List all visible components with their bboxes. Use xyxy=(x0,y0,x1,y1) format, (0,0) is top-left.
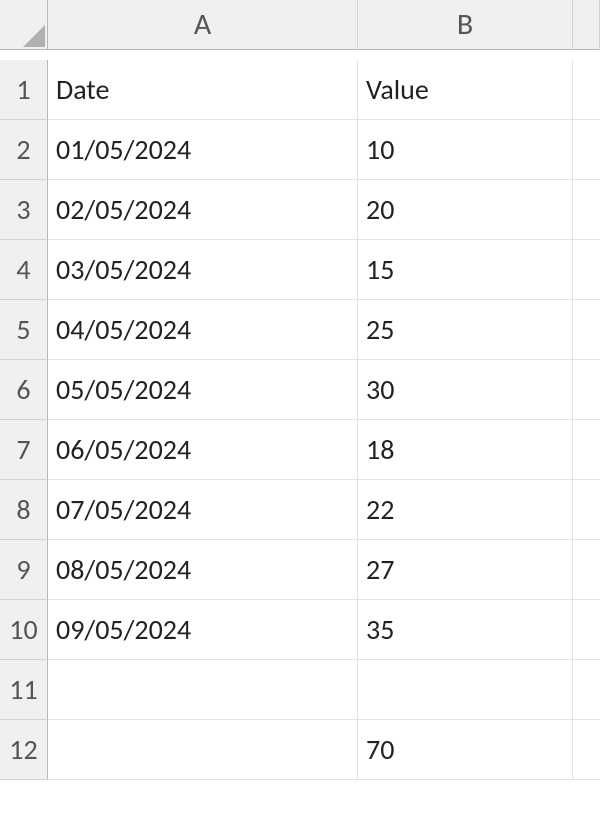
column-header-overflow[interactable] xyxy=(573,0,600,50)
cell-a6[interactable]: 05/05/2024 xyxy=(48,360,358,420)
cell-b6[interactable]: 30 xyxy=(358,360,573,420)
row-header-5[interactable]: 5 xyxy=(0,300,48,360)
row-header-3[interactable]: 3 xyxy=(0,180,48,240)
cell-b5[interactable]: 25 xyxy=(358,300,573,360)
cell-c11[interactable] xyxy=(573,660,600,720)
select-all-corner[interactable] xyxy=(0,0,48,50)
cell-b1[interactable]: Value xyxy=(358,60,573,120)
cell-c7[interactable] xyxy=(573,420,600,480)
cell-c8[interactable] xyxy=(573,480,600,540)
row-header-7[interactable]: 7 xyxy=(0,420,48,480)
row-header-2[interactable]: 2 xyxy=(0,120,48,180)
cell-a10[interactable]: 09/05/2024 xyxy=(48,600,358,660)
row-header-12[interactable]: 12 xyxy=(0,720,48,780)
cell-c10[interactable] xyxy=(573,600,600,660)
cell-b10[interactable]: 35 xyxy=(358,600,573,660)
cell-c4[interactable] xyxy=(573,240,600,300)
cell-c1[interactable] xyxy=(573,60,600,120)
cell-a7[interactable]: 06/05/2024 xyxy=(48,420,358,480)
column-header-b[interactable]: B xyxy=(358,0,573,50)
row-header-10[interactable]: 10 xyxy=(0,600,48,660)
column-header-a[interactable]: A xyxy=(48,0,358,50)
cell-a2[interactable]: 01/05/2024 xyxy=(48,120,358,180)
cell-b12[interactable]: 70 xyxy=(358,720,573,780)
cell-c3[interactable] xyxy=(573,180,600,240)
cell-c12[interactable] xyxy=(573,720,600,780)
row-header-11[interactable]: 11 xyxy=(0,660,48,720)
cell-c6[interactable] xyxy=(573,360,600,420)
cell-a12[interactable] xyxy=(48,720,358,780)
spreadsheet-grid: A B 1 Date Value 2 01/05/2024 10 3 02/05… xyxy=(0,0,600,780)
cell-a4[interactable]: 03/05/2024 xyxy=(48,240,358,300)
cell-a5[interactable]: 04/05/2024 xyxy=(48,300,358,360)
row-header-6[interactable]: 6 xyxy=(0,360,48,420)
cell-c5[interactable] xyxy=(573,300,600,360)
cell-b4[interactable]: 15 xyxy=(358,240,573,300)
row-header-8[interactable]: 8 xyxy=(0,480,48,540)
cell-c2[interactable] xyxy=(573,120,600,180)
cell-a11[interactable] xyxy=(48,660,358,720)
row-header-1[interactable]: 1 xyxy=(0,60,48,120)
cell-c9[interactable] xyxy=(573,540,600,600)
cell-a8[interactable]: 07/05/2024 xyxy=(48,480,358,540)
cell-b11[interactable] xyxy=(358,660,573,720)
row-header-4[interactable]: 4 xyxy=(0,240,48,300)
row-header-9[interactable]: 9 xyxy=(0,540,48,600)
cell-b2[interactable]: 10 xyxy=(358,120,573,180)
cell-a1[interactable]: Date xyxy=(48,60,358,120)
cell-a9[interactable]: 08/05/2024 xyxy=(48,540,358,600)
cell-b9[interactable]: 27 xyxy=(358,540,573,600)
cell-b3[interactable]: 20 xyxy=(358,180,573,240)
cell-b8[interactable]: 22 xyxy=(358,480,573,540)
cell-b7[interactable]: 18 xyxy=(358,420,573,480)
cell-a3[interactable]: 02/05/2024 xyxy=(48,180,358,240)
